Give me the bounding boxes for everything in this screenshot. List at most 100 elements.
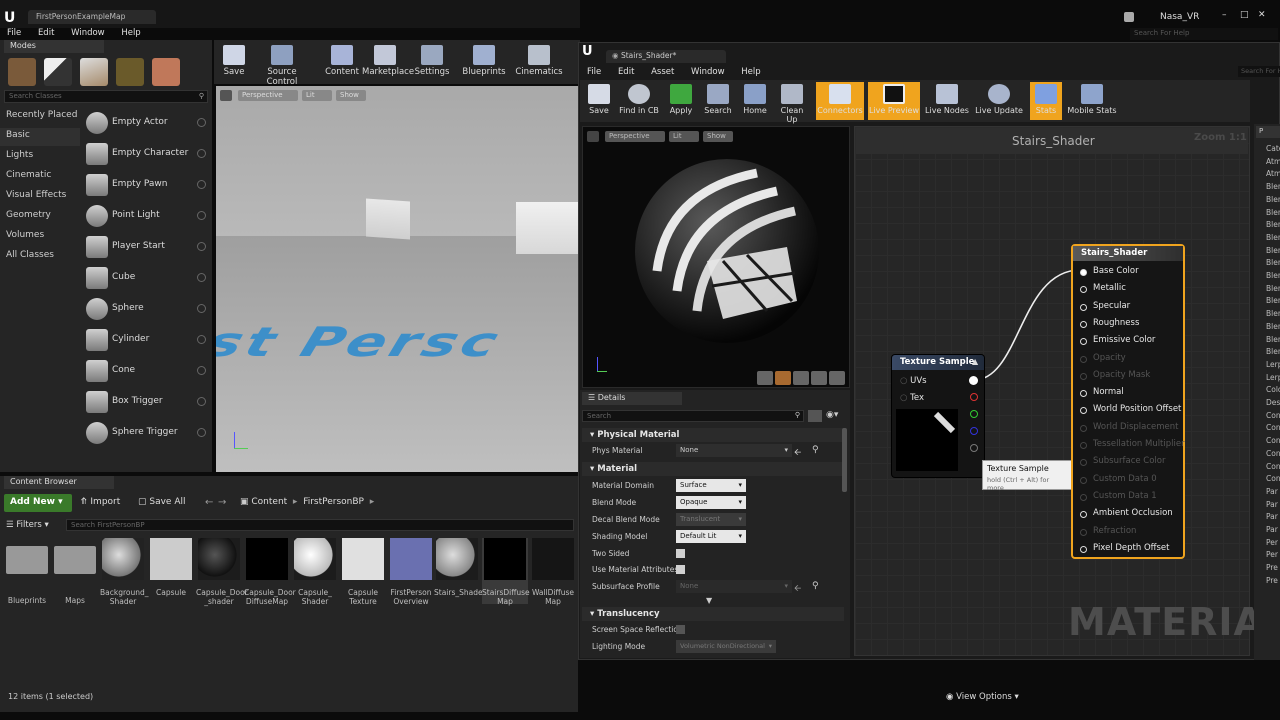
phys-material-dropdown[interactable]: None ▾ xyxy=(676,444,792,457)
palette-item[interactable]: Des xyxy=(1266,398,1280,407)
back-icon[interactable]: ← xyxy=(205,497,213,508)
rgb-output-pin[interactable] xyxy=(969,376,978,385)
landscape-mode-icon[interactable] xyxy=(80,58,108,86)
category-lights[interactable]: Lights xyxy=(6,150,33,160)
pin-connector-icon[interactable] xyxy=(1080,424,1087,432)
r-output-pin[interactable] xyxy=(970,393,978,401)
category-basic[interactable]: Basic xyxy=(6,130,30,140)
menu-help[interactable]: Help xyxy=(741,67,760,77)
preview-show-button[interactable]: Show xyxy=(703,131,733,142)
visibility-icon[interactable]: ◉▾ xyxy=(826,410,846,422)
palette-item[interactable]: Blen xyxy=(1266,195,1280,204)
palette-item[interactable]: Colo xyxy=(1266,385,1280,394)
palette-item[interactable]: Blen xyxy=(1266,220,1280,229)
palette-item[interactable]: Blen xyxy=(1266,296,1280,305)
help-icon[interactable] xyxy=(197,242,206,251)
palette-item[interactable]: Con xyxy=(1266,462,1280,471)
category-cinematic[interactable]: Cinematic xyxy=(6,170,51,180)
cube-object[interactable] xyxy=(366,198,410,240)
breadcrumb-content[interactable]: Content xyxy=(251,497,287,507)
save-button[interactable]: Save xyxy=(584,84,614,120)
class-empty-actor[interactable]: Empty Actor xyxy=(82,108,208,138)
live-preview-button[interactable]: Live Preview xyxy=(868,82,920,120)
maximize-button[interactable]: □ xyxy=(1240,10,1252,22)
palette-item[interactable]: Catego xyxy=(1266,144,1280,153)
asset-maps[interactable]: Maps xyxy=(52,538,98,605)
teapot-preview-icon[interactable] xyxy=(829,371,845,385)
content-browser-tab[interactable]: Content Browser xyxy=(4,476,114,489)
add-new-button[interactable]: Add New ▾ xyxy=(4,494,72,512)
details-scrollbar[interactable] xyxy=(842,428,847,492)
collapse-icon[interactable]: ▲ xyxy=(972,357,978,366)
help-icon[interactable] xyxy=(197,180,206,189)
source-control-button[interactable]: Source Control xyxy=(254,44,310,87)
search-button[interactable]: Search xyxy=(702,84,734,120)
level-viewport[interactable]: Perspective Lit Show st Persc xyxy=(216,86,580,472)
notification-icon[interactable] xyxy=(1124,12,1134,22)
pin-connector-icon[interactable] xyxy=(1080,303,1087,311)
asset-capsule-shader[interactable]: Capsule_ Shader xyxy=(292,538,338,606)
g-output-pin[interactable] xyxy=(970,410,978,418)
preview-options-button[interactable] xyxy=(587,131,599,142)
perspective-button[interactable]: Perspective xyxy=(238,90,298,101)
texture-sample-node[interactable]: Texture Sample ▲ ○ UVs ○ Tex xyxy=(892,355,984,477)
class-box-trigger[interactable]: Box Trigger xyxy=(82,387,208,417)
section-material[interactable]: ▾ Material xyxy=(582,462,844,476)
palette-item[interactable]: Par xyxy=(1266,512,1278,521)
palette-item[interactable]: Con xyxy=(1266,423,1280,432)
forward-icon[interactable]: → xyxy=(218,497,226,508)
pin-connector-icon[interactable] xyxy=(1080,355,1087,363)
asset-walldiffuse-map[interactable]: WallDiffuse Map xyxy=(530,538,576,606)
class-empty-pawn[interactable]: Empty Pawn xyxy=(82,170,208,200)
clean-up-button[interactable]: Clean Up xyxy=(774,84,810,124)
help-icon[interactable] xyxy=(197,273,206,282)
category-geometry[interactable]: Geometry xyxy=(6,210,51,220)
content-button[interactable]: Content xyxy=(318,44,366,84)
help-icon[interactable] xyxy=(197,304,206,313)
details-search-input[interactable]: Search ⚲ xyxy=(582,410,804,422)
palette-item[interactable]: Par xyxy=(1266,525,1278,534)
class-sphere[interactable]: Sphere xyxy=(82,294,208,324)
class-cylinder[interactable]: Cylinder xyxy=(82,325,208,355)
category-all-classes[interactable]: All Classes xyxy=(6,250,54,260)
filters-button[interactable]: ☰ Filters ▾ xyxy=(6,520,49,530)
pin-connector-icon[interactable] xyxy=(1080,269,1087,276)
section-translucency[interactable]: ▾ Translucency xyxy=(582,607,844,621)
pin-connector-icon[interactable] xyxy=(1080,442,1087,449)
browse-icon[interactable]: ⚲ xyxy=(812,581,819,591)
close-button[interactable]: ✕ xyxy=(1258,10,1270,22)
place-mode-icon[interactable] xyxy=(8,58,36,86)
mobile-stats-button[interactable]: Mobile Stats xyxy=(1066,84,1118,120)
property-matrix-icon[interactable] xyxy=(808,410,822,422)
menu-window[interactable]: Window xyxy=(691,67,725,77)
palette-item[interactable]: Blen xyxy=(1266,322,1280,331)
uvs-pin[interactable]: ○ UVs xyxy=(900,376,927,386)
help-icon[interactable] xyxy=(197,366,206,375)
geometry-mode-icon[interactable] xyxy=(152,58,180,86)
asset-firstperson-overview[interactable]: FirstPerson Overview xyxy=(388,538,434,606)
palette-item[interactable]: Pre xyxy=(1266,563,1278,572)
palette-item[interactable]: Con xyxy=(1266,474,1280,483)
class-point-light[interactable]: Point Light xyxy=(82,201,208,231)
live-nodes-button[interactable]: Live Nodes xyxy=(924,84,970,120)
cube-object[interactable] xyxy=(516,202,580,254)
pin-connector-icon[interactable] xyxy=(1080,493,1087,501)
home-button[interactable]: Home xyxy=(740,84,770,120)
minimize-button[interactable]: – xyxy=(1222,10,1234,22)
palette-item[interactable]: Blen xyxy=(1266,246,1280,255)
class-cube[interactable]: Cube xyxy=(82,263,208,293)
pin-connector-icon[interactable] xyxy=(1080,372,1087,380)
material-preview-viewport[interactable]: Perspective Lit Show xyxy=(582,126,850,388)
palette-item[interactable]: Blen xyxy=(1266,309,1280,318)
subsurface-profile-dropdown[interactable]: None ▾ xyxy=(676,580,792,593)
material-domain-dropdown[interactable]: Surface ▾ xyxy=(676,479,746,492)
palette-item[interactable]: Lerp xyxy=(1266,360,1280,369)
palette-item[interactable]: Blen xyxy=(1266,208,1280,217)
section-physical-material[interactable]: ▾ Physical Material xyxy=(582,428,844,442)
blend-mode-dropdown[interactable]: Opaque ▾ xyxy=(676,496,746,509)
palette-item[interactable]: Con xyxy=(1266,411,1280,420)
asset-blueprints[interactable]: Blueprints xyxy=(4,538,50,605)
palette-item[interactable]: Par xyxy=(1266,500,1278,509)
browse-icon[interactable]: ⚲ xyxy=(812,445,819,455)
help-icon[interactable] xyxy=(197,211,206,220)
